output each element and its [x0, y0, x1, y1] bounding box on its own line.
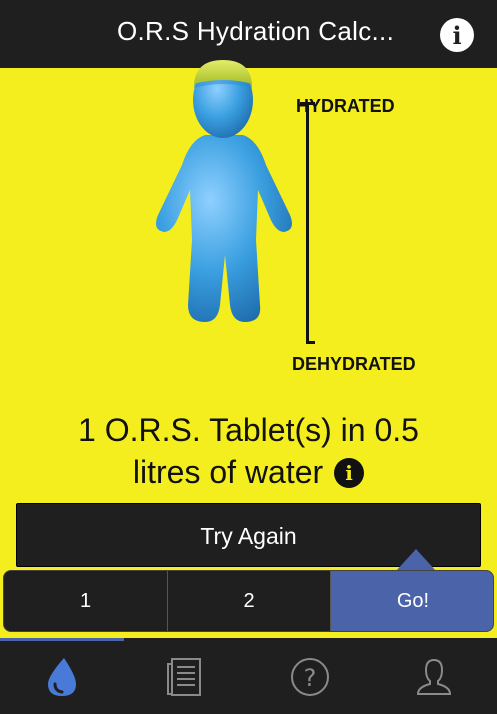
- info-icon: i: [452, 21, 462, 50]
- tablet-count-selector: 1 2 Go!: [3, 570, 494, 632]
- user-icon: [416, 658, 452, 695]
- body-figure-icon: [156, 60, 292, 322]
- option-2-button[interactable]: 2: [168, 571, 331, 631]
- option-1-button[interactable]: 1: [4, 571, 168, 631]
- result-line-2-wrap: litres of water i: [20, 451, 477, 493]
- help-icon: ?: [291, 658, 329, 696]
- tab-bar: ?: [0, 638, 497, 714]
- tab-profile[interactable]: [372, 638, 496, 714]
- tab-articles[interactable]: [124, 638, 248, 714]
- water-drop-icon: [48, 658, 76, 696]
- hydration-meter: [306, 104, 309, 344]
- result-line-1: 1 O.R.S. Tablet(s) in 0.5: [78, 412, 419, 448]
- document-list-icon: [167, 658, 201, 696]
- go-button[interactable]: Go!: [331, 571, 493, 631]
- meter-bottom-tick: [306, 341, 315, 344]
- tab-help[interactable]: ?: [248, 638, 372, 714]
- svg-text:?: ?: [304, 664, 317, 692]
- hydrated-label: HYDRATED: [296, 96, 395, 116]
- dehydrated-label: DEHYDRATED: [292, 354, 416, 374]
- selection-pointer: [396, 549, 436, 571]
- info-button[interactable]: i: [440, 18, 474, 52]
- tab-hydration[interactable]: [0, 638, 124, 714]
- result-text: 1 O.R.S. Tablet(s) in 0.5 litres of wate…: [20, 409, 477, 493]
- result-line-2: litres of water: [132, 454, 324, 490]
- result-info-icon[interactable]: i: [334, 458, 365, 488]
